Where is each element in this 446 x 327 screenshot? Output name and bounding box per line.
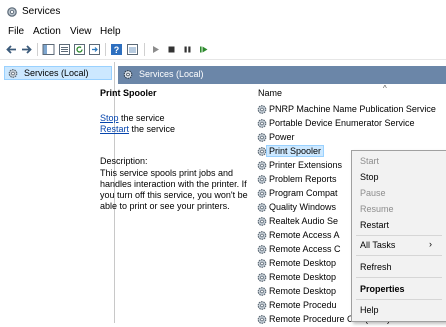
menu-item-all-tasks[interactable]: All Tasks bbox=[360, 240, 395, 250]
restart-suffix: the service bbox=[129, 124, 176, 134]
menu-item-help[interactable]: Help bbox=[360, 305, 379, 315]
menu-bar: File Action View Help bbox=[0, 24, 446, 40]
help-icon[interactable]: ? bbox=[110, 43, 123, 56]
gear-icon bbox=[7, 68, 19, 79]
gear-icon bbox=[256, 160, 268, 171]
menu-help[interactable]: Help bbox=[100, 26, 121, 37]
pause-service-icon[interactable] bbox=[181, 43, 194, 56]
tree-item-services-local[interactable]: Services (Local) bbox=[4, 66, 112, 80]
menu-separator bbox=[356, 299, 442, 300]
list-item-label: Remote Desktop bbox=[269, 272, 337, 282]
list-item-label: Remote Access A bbox=[269, 230, 340, 240]
stop-action: Stop the service bbox=[100, 113, 165, 123]
description-label: Description: bbox=[100, 156, 148, 166]
restart-action: Restart the service bbox=[100, 124, 175, 134]
menu-separator bbox=[356, 255, 442, 256]
list-item-label: Program Compat bbox=[269, 188, 338, 198]
list-item-label: Power bbox=[269, 132, 295, 142]
list-item-label: Quality Windows bbox=[269, 202, 337, 212]
list-item-label: Portable Device Enumerator Service bbox=[269, 118, 415, 128]
list-item-label: Printer Extensions bbox=[269, 160, 343, 170]
list-view-icon[interactable] bbox=[58, 43, 71, 56]
show-hide-console-tree-icon[interactable] bbox=[42, 43, 55, 56]
list-item-label: Problem Reports bbox=[269, 174, 337, 184]
stop-service-link[interactable]: Stop bbox=[100, 113, 119, 123]
gear-icon bbox=[256, 230, 268, 241]
list-item-label: Remote Desktop bbox=[269, 258, 337, 268]
column-header-name[interactable]: Name bbox=[258, 88, 282, 98]
gear-icon bbox=[256, 272, 268, 283]
list-item[interactable]: Portable Device Enumerator Service bbox=[255, 117, 446, 131]
list-item-label: Remote Desktop bbox=[269, 286, 337, 296]
forward-arrow-icon[interactable] bbox=[20, 43, 33, 56]
sort-caret-icon: ^ bbox=[383, 84, 387, 93]
toolbar-separator bbox=[105, 43, 106, 56]
menu-item-pause: Pause bbox=[360, 188, 386, 198]
list-item-label: PNRP Machine Name Publication Service bbox=[269, 104, 436, 114]
list-item[interactable]: PNRP Machine Name Publication Service bbox=[255, 103, 446, 117]
menu-action[interactable]: Action bbox=[33, 26, 61, 37]
menu-item-refresh[interactable]: Refresh bbox=[360, 262, 392, 272]
console-tree: Services (Local) bbox=[0, 62, 115, 323]
menu-item-restart[interactable]: Restart bbox=[360, 220, 389, 230]
restart-service-link[interactable]: Restart bbox=[100, 124, 129, 134]
menu-separator bbox=[356, 277, 442, 278]
gear-icon bbox=[256, 314, 268, 325]
gear-icon bbox=[256, 300, 268, 311]
tree-item-label: Services (Local) bbox=[24, 68, 89, 78]
menu-item-properties[interactable]: Properties bbox=[360, 284, 405, 294]
gear-icon bbox=[256, 132, 268, 143]
menu-file[interactable]: File bbox=[8, 26, 24, 37]
export-list-icon[interactable] bbox=[88, 43, 101, 56]
panel-header: Services (Local) bbox=[118, 66, 446, 84]
list-item[interactable]: Power bbox=[255, 131, 446, 145]
gear-icon bbox=[122, 69, 134, 80]
service-description: This service spools print jobs and handl… bbox=[100, 168, 248, 211]
menu-item-start: Start bbox=[360, 156, 380, 166]
list-item-label: Print Spooler bbox=[265, 145, 325, 157]
toolbar-separator bbox=[37, 43, 38, 56]
gear-icon bbox=[256, 244, 268, 255]
services-app-icon bbox=[6, 6, 18, 18]
gear-icon bbox=[256, 104, 268, 115]
window-title: Services bbox=[22, 6, 61, 17]
gear-icon bbox=[256, 174, 268, 185]
properties-pane-icon[interactable] bbox=[126, 43, 139, 56]
menu-item-stop[interactable]: Stop bbox=[360, 172, 379, 182]
list-item-label: Realtek Audio Se bbox=[269, 216, 339, 226]
refresh-icon[interactable] bbox=[73, 43, 86, 56]
restart-service-icon[interactable] bbox=[197, 43, 210, 56]
stop-suffix: the service bbox=[118, 113, 165, 123]
gear-icon bbox=[256, 188, 268, 199]
gear-icon bbox=[256, 258, 268, 269]
menu-separator bbox=[356, 235, 442, 236]
service-detail-pane: Print Spooler Stop the service Restart t… bbox=[100, 88, 250, 323]
svg-text:?: ? bbox=[114, 45, 120, 55]
back-arrow-icon[interactable] bbox=[5, 43, 18, 56]
toolbar: ? bbox=[0, 40, 446, 60]
submenu-arrow-icon: › bbox=[429, 239, 432, 249]
title-bar: Services bbox=[0, 0, 446, 24]
list-item-label: Remote Procedu bbox=[269, 300, 337, 310]
service-name-heading: Print Spooler bbox=[100, 88, 157, 98]
menu-item-resume: Resume bbox=[360, 204, 394, 214]
toolbar-separator bbox=[144, 43, 145, 56]
stop-service-icon[interactable] bbox=[165, 43, 178, 56]
gear-icon bbox=[256, 286, 268, 297]
gear-icon bbox=[256, 202, 268, 213]
panel-header-label: Services (Local) bbox=[139, 69, 204, 79]
context-menu: Start Stop Pause Resume Restart All Task… bbox=[351, 150, 446, 322]
list-item-label: Remote Access C bbox=[269, 244, 341, 254]
menu-view[interactable]: View bbox=[70, 26, 92, 37]
start-service-icon[interactable] bbox=[149, 43, 162, 56]
gear-icon bbox=[256, 118, 268, 129]
gear-icon bbox=[256, 216, 268, 227]
